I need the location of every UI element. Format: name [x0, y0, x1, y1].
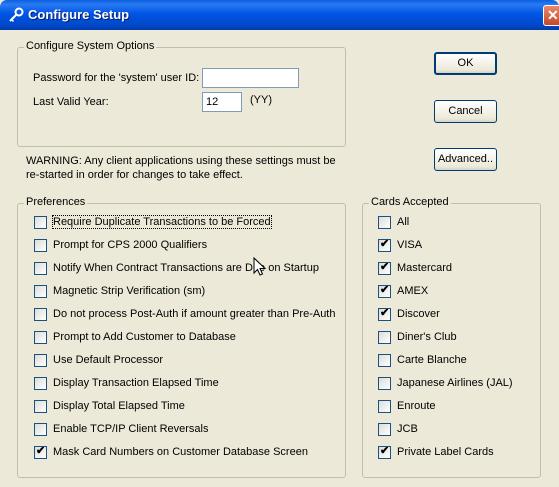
checkbox-label: All — [397, 216, 410, 228]
check-mark-icon: ✔ — [380, 307, 390, 319]
checkbox-box[interactable] — [34, 377, 47, 390]
check-mark-icon: ✔ — [380, 238, 390, 250]
cancel-button-label: Cancel — [448, 105, 483, 117]
warning-line-2: re-started in order for changes to take … — [26, 169, 243, 181]
checkbox-label: JCB — [397, 423, 418, 435]
close-icon: ✕ — [547, 7, 559, 23]
dialog-body: Configure System Options Password for th… — [0, 30, 559, 487]
checkbox-label: Notify When Contract Transactions are Du… — [53, 262, 319, 274]
checkbox-label: Prompt for CPS 2000 Qualifiers — [53, 239, 208, 251]
checkbox-label: Japanese Airlines (JAL) — [397, 377, 513, 389]
close-button[interactable]: ✕ — [543, 5, 559, 26]
checkbox-box[interactable]: ✔ — [378, 238, 391, 252]
mouse-cursor-icon — [253, 257, 267, 276]
checkbox-box[interactable]: ✔ — [378, 307, 391, 321]
checkbox-label: Display Total Elapsed Time — [53, 400, 185, 412]
last-year-hint: (YY) — [250, 94, 272, 106]
checkbox-label: Diner's Club — [397, 331, 457, 343]
checkbox-label: Discover — [397, 308, 440, 320]
advanced-button-label: Advanced.. — [437, 153, 494, 165]
checkbox-label: Use Default Processor — [53, 354, 164, 366]
checkbox-box[interactable] — [378, 354, 391, 367]
checkbox-box[interactable]: ✔ — [378, 445, 391, 459]
preferences-legend: Preferences — [24, 196, 88, 208]
checkbox-box[interactable]: ✔ — [378, 261, 391, 275]
checkbox-box[interactable] — [378, 216, 391, 229]
checkbox-label: Require Duplicate Transactions to be For… — [52, 215, 272, 229]
checkbox-box[interactable] — [34, 331, 47, 344]
advanced-button[interactable]: Advanced.. — [434, 148, 497, 171]
window-title: Configure Setup — [28, 7, 130, 22]
cancel-button[interactable]: Cancel — [434, 100, 497, 123]
checkbox-label: Private Label Cards — [397, 446, 494, 458]
checkbox-box[interactable] — [34, 262, 47, 275]
checkbox-label: VISA — [397, 239, 423, 251]
checkbox-label: Prompt to Add Customer to Database — [53, 331, 236, 343]
last-year-label: Last Valid Year: — [33, 96, 109, 108]
checkbox-label: Mastercard — [397, 262, 453, 274]
checkbox-box[interactable] — [378, 377, 391, 390]
checkbox-box[interactable] — [34, 285, 47, 298]
key-icon — [9, 7, 24, 23]
checkbox-box[interactable] — [34, 354, 47, 367]
checkbox-box[interactable] — [34, 239, 47, 252]
checkbox-label: Enroute — [397, 400, 436, 412]
ok-button[interactable]: OK — [434, 52, 497, 75]
checkbox-label: Enable TCP/IP Client Reversals — [53, 423, 209, 435]
system-options-legend: Configure System Options — [24, 40, 157, 52]
check-mark-icon: ✔ — [380, 445, 390, 457]
ok-button-label: OK — [457, 57, 474, 69]
check-mark-icon: ✔ — [380, 261, 390, 273]
check-mark-icon: ✔ — [36, 445, 46, 457]
checkbox-label: Carte Blanche — [397, 354, 467, 366]
checkbox-box[interactable] — [378, 400, 391, 413]
checkbox-box[interactable] — [34, 308, 47, 321]
checkbox-label: Do not process Post-Auth if amount great… — [53, 308, 336, 320]
checkbox-box[interactable]: ✔ — [378, 284, 391, 298]
checkbox-box[interactable] — [378, 423, 391, 436]
password-label: Password for the 'system' user ID: — [33, 72, 200, 84]
last-year-field[interactable] — [202, 92, 242, 112]
checkbox-label: Display Transaction Elapsed Time — [53, 377, 219, 389]
password-field[interactable] — [202, 68, 299, 88]
checkbox-box[interactable] — [34, 216, 47, 229]
checkbox-box[interactable] — [34, 400, 47, 413]
checkbox-label: AMEX — [397, 285, 429, 297]
checkbox-label: Mask Card Numbers on Customer Database S… — [53, 446, 308, 458]
title-bar[interactable]: Configure Setup ✕ — [0, 0, 559, 30]
checkbox-box[interactable] — [378, 331, 391, 344]
checkbox-box[interactable] — [34, 423, 47, 436]
checkbox-box[interactable]: ✔ — [34, 445, 47, 459]
cards-legend: Cards Accepted — [369, 196, 451, 208]
warning-line-1: WARNING: Any client applications using t… — [26, 155, 336, 167]
check-mark-icon: ✔ — [380, 284, 390, 296]
checkbox-label: Magnetic Strip Verification (sm) — [53, 285, 206, 297]
